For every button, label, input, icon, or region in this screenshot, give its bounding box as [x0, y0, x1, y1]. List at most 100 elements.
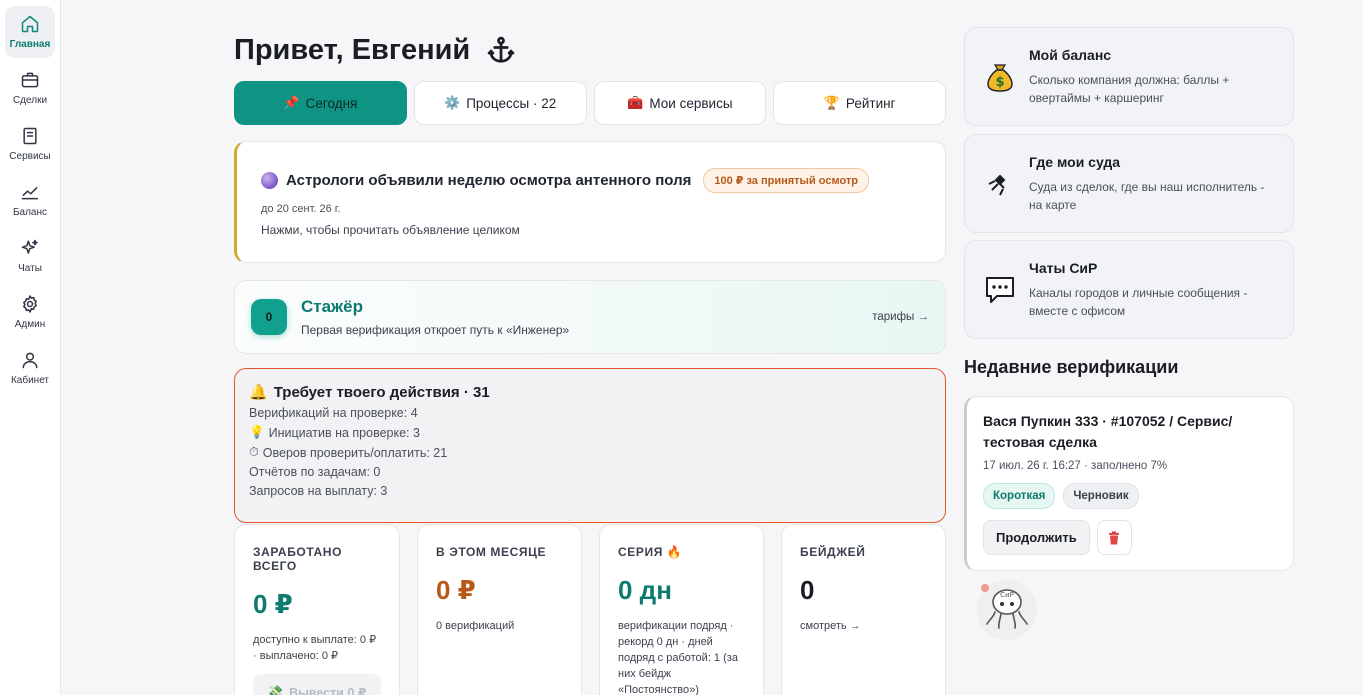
action-item-payouts[interactable]: Запросов на выплату: 3 — [249, 484, 931, 498]
trash-icon — [1109, 531, 1120, 544]
tab-bar: 📌 Сегодня ⚙️ Процессы · 22 🧰 Мои сервисы… — [234, 81, 946, 125]
sidebar-item-label: Кабинет — [10, 375, 50, 386]
money-icon: 💸 — [267, 684, 284, 695]
sidebar-item-balance[interactable]: Баланс — [5, 174, 55, 226]
announcement-hint: Нажми, чтобы прочитать объявление целико… — [261, 223, 520, 237]
announcement-header: Астрологи объявили неделю осмотра антенн… — [261, 168, 921, 193]
toolbox-icon: 🧰 — [627, 95, 644, 110]
action-item-text: Запросов на выплату: 3 — [249, 484, 388, 498]
tab-label: Процессы · 22 — [466, 95, 557, 111]
verification-tags: Короткая Черновик — [983, 483, 1277, 509]
sir-chats-card[interactable]: Чаты СиР Каналы городов и личные сообщен… — [964, 240, 1294, 339]
sidebar: Главная Сделки Сервисы Баланс Чаты Админ… — [0, 0, 61, 695]
announcement-date: до 20 сент. 26 г. — [261, 203, 341, 215]
action-item-text: Оверов проверить/оплатить: 21 — [262, 445, 448, 460]
tab-processes[interactable]: ⚙️ Процессы · 22 — [413, 81, 587, 125]
stat-value: 0 ₽ — [253, 589, 293, 619]
chart-line-icon — [21, 187, 39, 200]
tag-short: Короткая — [983, 483, 1056, 509]
tab-rating[interactable]: 🏆 Рейтинг — [773, 81, 946, 125]
rank-text: Стажёр Первая верификация откроет путь к… — [301, 297, 569, 337]
stat-badges[interactable]: БЕЙДЖЕЙ 0 смотреть → — [781, 524, 946, 695]
my-balance-card[interactable]: $ Мой баланс Сколько компания должна: ба… — [964, 27, 1294, 126]
stat-streak: СЕРИЯ 🔥 0 дн верификации подряд · рекорд… — [599, 524, 764, 695]
money-bag-icon: $ — [983, 60, 1017, 94]
reward-badge: 100 ₽ за принятый осмотр — [703, 168, 869, 193]
mascot-icon[interactable]: СиР — [974, 578, 1040, 644]
user-icon — [22, 352, 38, 369]
sidebar-item-label: Главная — [9, 39, 51, 50]
stat-note: доступно к выплате: 0 ₽ · выплачено: 0 ₽ — [253, 634, 377, 662]
svg-text:$: $ — [995, 75, 1004, 90]
action-required-header: 🔔 Требует твоего действия · 31 — [249, 383, 931, 402]
crystal-ball-icon — [261, 172, 278, 189]
rank-level-badge: 0 — [251, 299, 287, 335]
verification-actions: Продолжить — [983, 520, 1277, 555]
trophy-icon: 🏆 — [823, 95, 840, 110]
my-ships-card[interactable]: Где мои суда Суда из сделок, где вы наш … — [964, 134, 1294, 233]
stat-label: БЕЙДЖЕЙ — [800, 545, 866, 559]
lightbulb-icon: 💡 — [249, 425, 265, 439]
action-item-text: Верификаций на проверке: 4 — [249, 406, 418, 420]
chat-bubble-icon — [983, 273, 1017, 307]
sidebar-item-admin[interactable]: Админ — [5, 286, 55, 338]
stat-note: 0 верификаций — [436, 620, 515, 632]
tab-label: Мои сервисы — [649, 95, 733, 111]
sidebar-item-services[interactable]: Сервисы — [5, 118, 55, 170]
tag-draft: Черновик — [1063, 483, 1139, 509]
stat-value: 0 ₽ — [436, 575, 476, 605]
verification-meta: 17 июл. 26 г. 16:27 · заполнено 7% — [983, 460, 1168, 472]
sparkle-icon — [21, 239, 38, 254]
announcement-card[interactable]: Астрологи объявили неделю осмотра антенн… — [234, 141, 946, 263]
withdraw-button[interactable]: 💸 Вывести 0 ₽ — [253, 674, 381, 695]
action-item-reports[interactable]: Отчётов по задачам: 0 — [249, 465, 931, 479]
continue-button[interactable]: Продолжить — [983, 520, 1090, 555]
side-card-subtitle: Каналы городов и личные сообщения - вмес… — [1029, 285, 1248, 318]
tab-today[interactable]: 📌 Сегодня — [234, 81, 407, 125]
gear-icon: ⚙️ — [444, 95, 461, 110]
gear-icon — [23, 295, 37, 313]
withdraw-label: Вывести 0 ₽ — [289, 685, 367, 695]
sidebar-item-label: Баланс — [12, 207, 48, 218]
tab-label: Сегодня — [305, 95, 358, 111]
greeting-text: Привет, Евгений — [234, 33, 471, 66]
stat-note: верификации подряд · рекорд 0 дн · дней … — [618, 620, 738, 695]
satellite-icon — [983, 167, 1017, 201]
pin-icon: 📌 — [283, 95, 300, 110]
tab-label: Рейтинг — [845, 95, 896, 111]
tariffs-link[interactable]: тарифы → — [872, 311, 929, 323]
badges-link[interactable]: смотреть → — [800, 618, 927, 634]
stopwatch-icon: ⏱ — [249, 445, 259, 459]
verification-title: Вася Пупкин 333 · #107052 / Сервис/ тест… — [983, 413, 1233, 450]
stat-label: ЗАРАБОТАНО ВСЕГО — [253, 545, 342, 573]
rank-subtitle: Первая верификация откроет путь к «Инжен… — [301, 323, 570, 337]
stat-value: 0 — [800, 575, 815, 605]
side-card-subtitle: Сколько компания должна: баллы + овертай… — [1029, 72, 1230, 105]
sidebar-item-label: Сервисы — [9, 151, 51, 162]
sidebar-item-cabinet[interactable]: Кабинет — [5, 342, 55, 394]
action-item-text: Инициатив на проверке: 3 — [268, 425, 420, 440]
rank-card: 0 Стажёр Первая верификация откроет путь… — [234, 280, 946, 354]
action-item-overtimes[interactable]: ⏱ Оверов проверить/оплатить: 21 — [249, 445, 931, 460]
action-required-card: 🔔 Требует твоего действия · 31 Верификац… — [234, 368, 946, 523]
mascot-label: СиР — [1000, 591, 1014, 599]
side-card-text: Мой баланс Сколько компания должна: балл… — [1029, 47, 1275, 107]
delete-button[interactable] — [1096, 520, 1132, 555]
stat-this-month: В ЭТОМ МЕСЯЦЕ 0 ₽ 0 верификаций — [417, 524, 582, 695]
recent-verifications-heading: Недавние верификации — [964, 357, 1179, 377]
action-item-verifications[interactable]: Верификаций на проверке: 4 — [249, 406, 931, 420]
side-card-subtitle: Суда из сделок, где вы наш исполнитель -… — [1029, 179, 1265, 212]
action-item-initiatives[interactable]: 💡 Инициатив на проверке: 3 — [249, 425, 931, 440]
announcement-title: Астрологи объявили неделю осмотра антенн… — [286, 172, 692, 189]
sidebar-item-deals[interactable]: Сделки — [5, 62, 55, 114]
action-required-title: Требует твоего действия · 31 — [273, 383, 490, 401]
book-icon — [23, 127, 37, 145]
tab-my-services[interactable]: 🧰 Мои сервисы — [593, 81, 767, 125]
recent-verification-card[interactable]: Вася Пупкин 333 · #107052 / Сервис/ тест… — [964, 396, 1294, 571]
stat-label: В ЭТОМ МЕСЯЦЕ — [436, 545, 547, 559]
side-card-title: Где мои суда — [1029, 153, 1121, 170]
stat-earned-total: ЗАРАБОТАНО ВСЕГО 0 ₽ доступно к выплате:… — [234, 524, 400, 695]
sidebar-item-home[interactable]: Главная — [5, 6, 55, 58]
sidebar-item-label: Админ — [14, 319, 46, 330]
sidebar-item-chats[interactable]: Чаты — [5, 230, 55, 282]
